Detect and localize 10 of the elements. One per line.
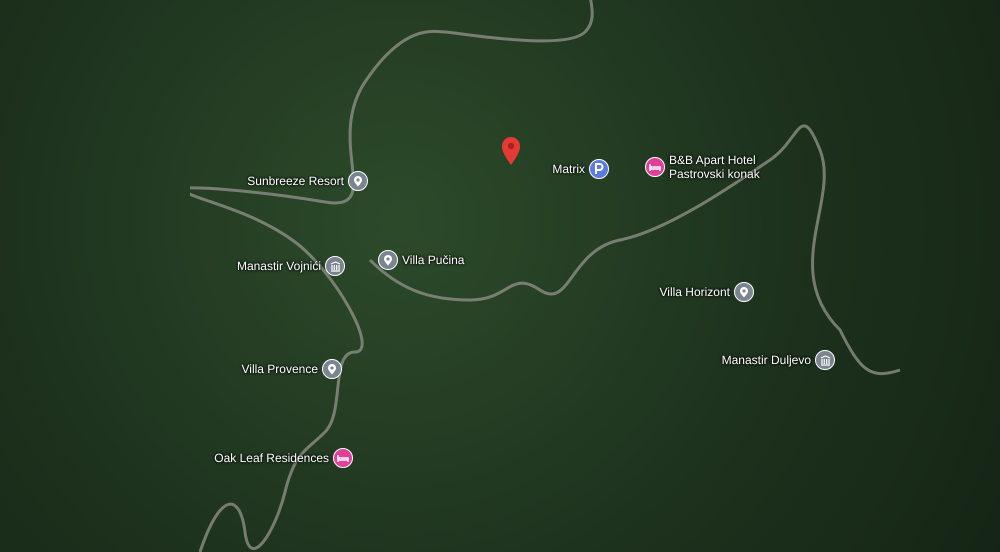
location-pin-icon[interactable]	[501, 136, 521, 166]
place-label[interactable]: B&B Apart Hotel Pastrovski konak	[669, 153, 760, 181]
place-label[interactable]: Manastir Duljevo	[722, 353, 811, 367]
place-label[interactable]: Villa Pučina	[402, 253, 464, 267]
place-label[interactable]: Villa Provence	[242, 362, 318, 376]
place-label[interactable]: Matrix	[552, 162, 585, 176]
place-label[interactable]: Villa Horizont	[660, 285, 730, 299]
place-label[interactable]: Oak Leaf Residences	[214, 451, 329, 465]
place-label[interactable]: Manastir Vojnići	[236, 259, 321, 273]
place-label[interactable]: Sunbreeze Resort	[247, 174, 344, 188]
